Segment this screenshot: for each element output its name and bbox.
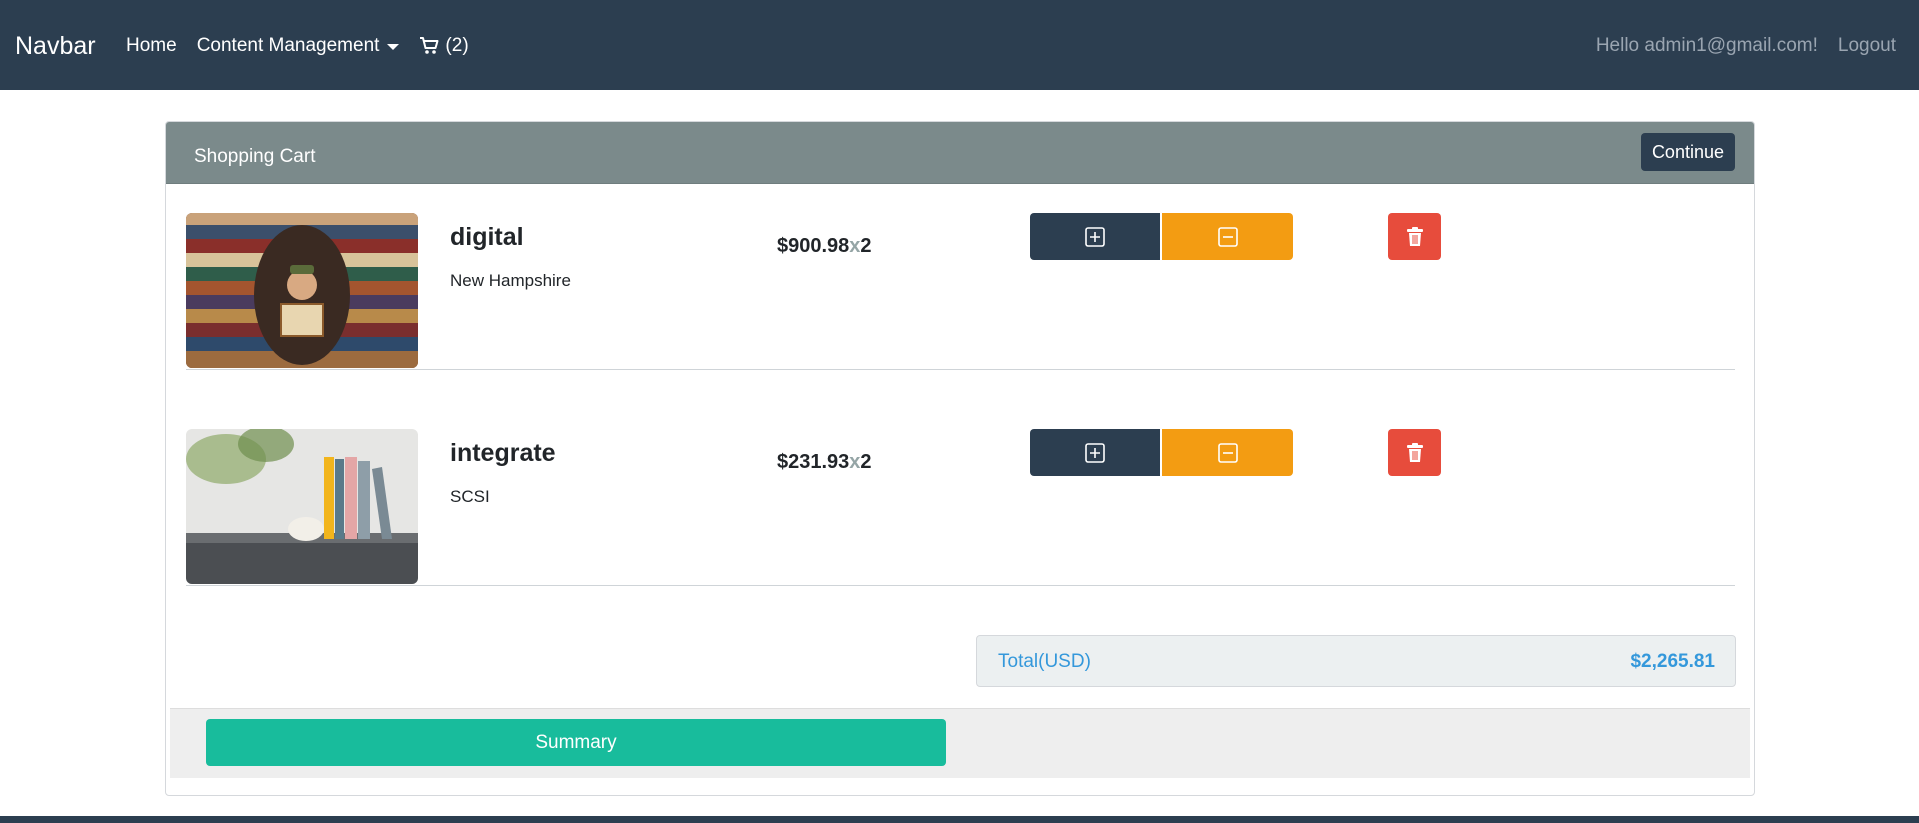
nav-right: Hello admin1@gmail.com! Logout (1596, 34, 1896, 58)
content-management-label: Content Management (196, 35, 380, 56)
nav-cart-link[interactable]: (2) (419, 34, 469, 58)
decrease-quantity-button[interactable] (1162, 213, 1293, 260)
plus-square-icon (1085, 226, 1105, 247)
times-sign: x (849, 451, 861, 473)
price-value: $900.98 (777, 235, 850, 257)
cart-count: (2) (445, 35, 469, 56)
trash-icon (1406, 442, 1423, 462)
times-sign: x (849, 235, 861, 257)
caret-down-icon (387, 44, 400, 50)
increase-quantity-button[interactable] (1030, 213, 1160, 260)
minus-square-icon (1217, 226, 1238, 247)
card-title: Shopping Cart (194, 146, 316, 167)
summary-button[interactable]: Summary (206, 719, 946, 766)
product-image (186, 429, 418, 584)
navbar: Navbar Home Content Management (2) Hello… (0, 0, 1919, 90)
item-price: $231.93x2 (777, 451, 872, 474)
cart-icon (419, 37, 439, 55)
total-box: Total(USD) $2,265.81 (976, 635, 1736, 687)
item-subtitle: SCSI (450, 487, 490, 506)
navbar-brand[interactable]: Navbar (15, 30, 96, 62)
item-name: integrate (450, 439, 556, 467)
minus-square-icon (1217, 442, 1238, 463)
card-header: Shopping Cart Continue (166, 122, 1754, 184)
item-subtitle: New Hampshire (450, 271, 571, 290)
card-footer: Summary (170, 708, 1750, 778)
nav-links: Home Content Management (2) (126, 34, 469, 58)
price-value: $231.93 (777, 451, 850, 473)
logout-link[interactable]: Logout (1838, 34, 1896, 58)
cart-item-row: digital New Hampshire $900.98x2 (186, 183, 1735, 370)
quantity-value: 2 (860, 235, 872, 257)
total-label: Total(USD) (998, 651, 1091, 672)
decrease-quantity-button[interactable] (1162, 429, 1293, 476)
increase-quantity-button[interactable] (1030, 429, 1160, 476)
trash-icon (1406, 226, 1423, 246)
plus-square-icon (1085, 442, 1105, 463)
cart-item-row: integrate SCSI $231.93x2 (186, 399, 1735, 586)
bottom-bar (0, 816, 1919, 823)
total-value: $2,265.81 (1630, 651, 1715, 672)
quantity-value: 2 (860, 451, 872, 473)
user-greeting[interactable]: Hello admin1@gmail.com! (1596, 34, 1818, 58)
item-price: $900.98x2 (777, 235, 872, 258)
delete-item-button[interactable] (1388, 213, 1441, 260)
nav-home-link[interactable]: Home (126, 34, 177, 58)
continue-button[interactable]: Continue (1640, 133, 1735, 171)
product-image (186, 213, 418, 368)
content-management-dropdown[interactable]: Content Management (197, 34, 400, 58)
item-name: digital (450, 223, 524, 251)
shopping-cart-card: Shopping Cart Continue digital New Hamps… (165, 121, 1755, 796)
delete-item-button[interactable] (1388, 429, 1441, 476)
